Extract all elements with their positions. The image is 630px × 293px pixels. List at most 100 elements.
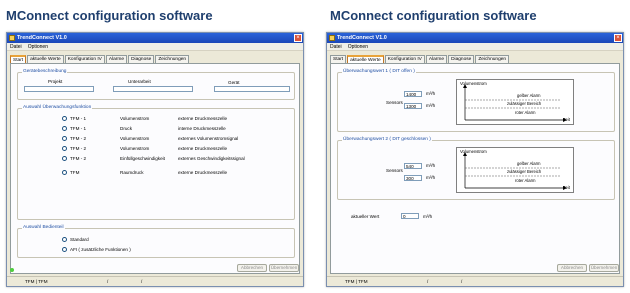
- app-icon: [329, 35, 335, 41]
- value-field[interactable]: 1400: [404, 91, 422, 97]
- unit-label: m³/h: [426, 103, 436, 108]
- type-label: Volumenstrom: [120, 136, 150, 141]
- diagram-y-label: Volumenstrom: [460, 81, 487, 86]
- type-label: Einfüllgeschwindigkeit: [120, 156, 165, 161]
- source-label: externe Druckmesszelle: [178, 170, 228, 175]
- group-title: Überwachungswert 1 ( DIT offen ): [342, 69, 416, 74]
- status-cell: /: [141, 279, 143, 284]
- unit-label: m³/h: [426, 163, 436, 168]
- source-label: externes Volumenstromsignal: [178, 136, 239, 141]
- value-field[interactable]: 540: [404, 163, 422, 169]
- source-label: externes Geschwindigkeitssignal: [178, 156, 245, 161]
- source-label: interne Druckmesszelle: [178, 126, 226, 131]
- start-panel: Gerätebeschreibung Projekt Unterarbeit G…: [10, 63, 300, 274]
- diagram-lower-label: roter Alarm: [515, 178, 536, 183]
- option-label: TFM - 2: [70, 156, 87, 161]
- option-label: TFM - 2: [70, 146, 87, 151]
- radio-tfm-2-speed[interactable]: [62, 156, 67, 161]
- operating-unit-group: Auswahl Bedienteil Standard AFI ( zusätz…: [17, 225, 295, 258]
- option-label: TFM - 1: [70, 116, 87, 121]
- radio-tfm-1-pressure[interactable]: [62, 126, 67, 131]
- device-description-group: Gerätebeschreibung Projekt Unterarbeit G…: [17, 69, 295, 100]
- diagram-x-label: Zeit: [563, 185, 570, 190]
- unit-label: m³/h: [423, 214, 433, 219]
- window-title: TrendConnect V1.0: [17, 35, 67, 41]
- device-input[interactable]: [214, 86, 290, 92]
- close-icon[interactable]: ×: [614, 34, 622, 42]
- status-bar: TFM | TFM / /: [7, 268, 303, 286]
- menu-bar: Datei Optionen: [327, 43, 623, 51]
- diagram-x-label: Zeit: [563, 117, 570, 122]
- source-label: externe Druckmesszelle: [178, 116, 228, 121]
- diagram-band-label: zulässiger Bereich: [507, 169, 542, 174]
- status-device: TFM | TFM: [345, 279, 368, 284]
- title-bar[interactable]: TrendConnect V1.0 ×: [7, 33, 303, 43]
- apply-button[interactable]: Übernehmen: [589, 264, 619, 272]
- left-app-window: TrendConnect V1.0 × Datei Optionen Start…: [6, 32, 304, 287]
- subsection-label: Unterarbeit: [128, 79, 151, 84]
- menu-file[interactable]: Datei: [10, 44, 22, 50]
- diagram-band-label: zulässiger Bereich: [507, 101, 542, 106]
- left-heading: MConnect configuration software: [6, 8, 213, 23]
- device-label: Gerät: [228, 80, 240, 85]
- status-cell: /: [461, 279, 463, 284]
- option-label: TFM - 2: [70, 136, 87, 141]
- monitor-value-1-group: Überwachungswert 1 ( DIT offen ) Sensors…: [337, 69, 615, 132]
- radio-afi[interactable]: [62, 247, 67, 252]
- window-title: TrendConnect V1.0: [337, 35, 387, 41]
- app-icon: [9, 35, 15, 41]
- alarm-band-diagram: Volumenstrom gelber Alarm zulässiger Ber…: [456, 147, 574, 193]
- menu-options[interactable]: Optionen: [28, 44, 48, 50]
- option-label: AFI ( zusätzliche Funktionen ): [70, 247, 131, 252]
- sensors-label: Sensors: [386, 168, 403, 173]
- close-icon[interactable]: ×: [294, 34, 302, 42]
- type-label: Volumenstrom: [120, 116, 150, 121]
- monitoring-function-group: Auswahl Überwachungsfunktion TFM - 1 Vol…: [17, 105, 295, 220]
- value-field[interactable]: 300: [404, 175, 422, 181]
- status-bar: TFM | TFM / /: [327, 276, 623, 286]
- menu-file[interactable]: Datei: [330, 44, 342, 50]
- sensors-label: Sensors: [386, 100, 403, 105]
- radio-tfm-2-volume-cell[interactable]: [62, 146, 67, 151]
- title-bar[interactable]: TrendConnect V1.0 ×: [327, 33, 623, 43]
- project-label: Projekt: [48, 79, 63, 84]
- unit-label: m³/h: [426, 91, 436, 96]
- value-field[interactable]: 1300: [404, 103, 422, 109]
- diagram-y-label: Volumenstrom: [460, 149, 487, 154]
- status-cell: /: [427, 279, 429, 284]
- group-title: Gerätebeschreibung: [22, 69, 68, 74]
- right-heading: MConnect configuration software: [330, 8, 537, 23]
- subsection-input[interactable]: [113, 86, 193, 92]
- option-label: TFM: [70, 170, 80, 175]
- diagram-upper-label: gelber Alarm: [517, 161, 541, 166]
- group-title: Überwachungswert 2 ( DIT geschlossen ): [342, 137, 432, 142]
- source-label: externe Druckmesszelle: [178, 146, 228, 151]
- type-label: Volumenstrom: [120, 146, 150, 151]
- alarm-band-diagram: Volumenstrom gelber Alarm zulässiger Ber…: [456, 79, 574, 125]
- actual-value-label: aktueller Wert: [351, 214, 380, 219]
- radio-tfm-1-volume[interactable]: [62, 116, 67, 121]
- actual-value-field: 0: [401, 213, 419, 219]
- group-title: Auswahl Bedienteil: [22, 225, 65, 230]
- group-title: Auswahl Überwachungsfunktion: [22, 105, 93, 110]
- unit-label: m³/h: [426, 175, 436, 180]
- menu-options[interactable]: Optionen: [348, 44, 368, 50]
- status-cell: /: [107, 279, 109, 284]
- apply-button[interactable]: Übernehmen: [269, 264, 299, 272]
- option-label: TFM - 1: [70, 126, 87, 131]
- type-label: Druck: [120, 126, 132, 131]
- cancel-button[interactable]: Abbrechen: [237, 264, 267, 272]
- monitor-value-2-group: Überwachungswert 2 ( DIT geschlossen ) S…: [337, 137, 615, 200]
- radio-tfm-room-pressure[interactable]: [62, 170, 67, 175]
- diagram-lower-label: roter Alarm: [515, 110, 536, 115]
- radio-standard[interactable]: [62, 237, 67, 242]
- diagram-upper-label: gelber Alarm: [517, 93, 541, 98]
- status-device: TFM | TFM: [25, 279, 48, 284]
- cancel-button[interactable]: Abbrechen: [557, 264, 587, 272]
- radio-tfm-2-volume-signal[interactable]: [62, 136, 67, 141]
- type-label: Raumdruck: [120, 170, 144, 175]
- connection-status-icon: [10, 268, 14, 272]
- project-input[interactable]: [24, 86, 94, 92]
- current-values-panel: Überwachungswert 1 ( DIT offen ) Sensors…: [330, 63, 620, 274]
- option-label: Standard: [70, 237, 89, 242]
